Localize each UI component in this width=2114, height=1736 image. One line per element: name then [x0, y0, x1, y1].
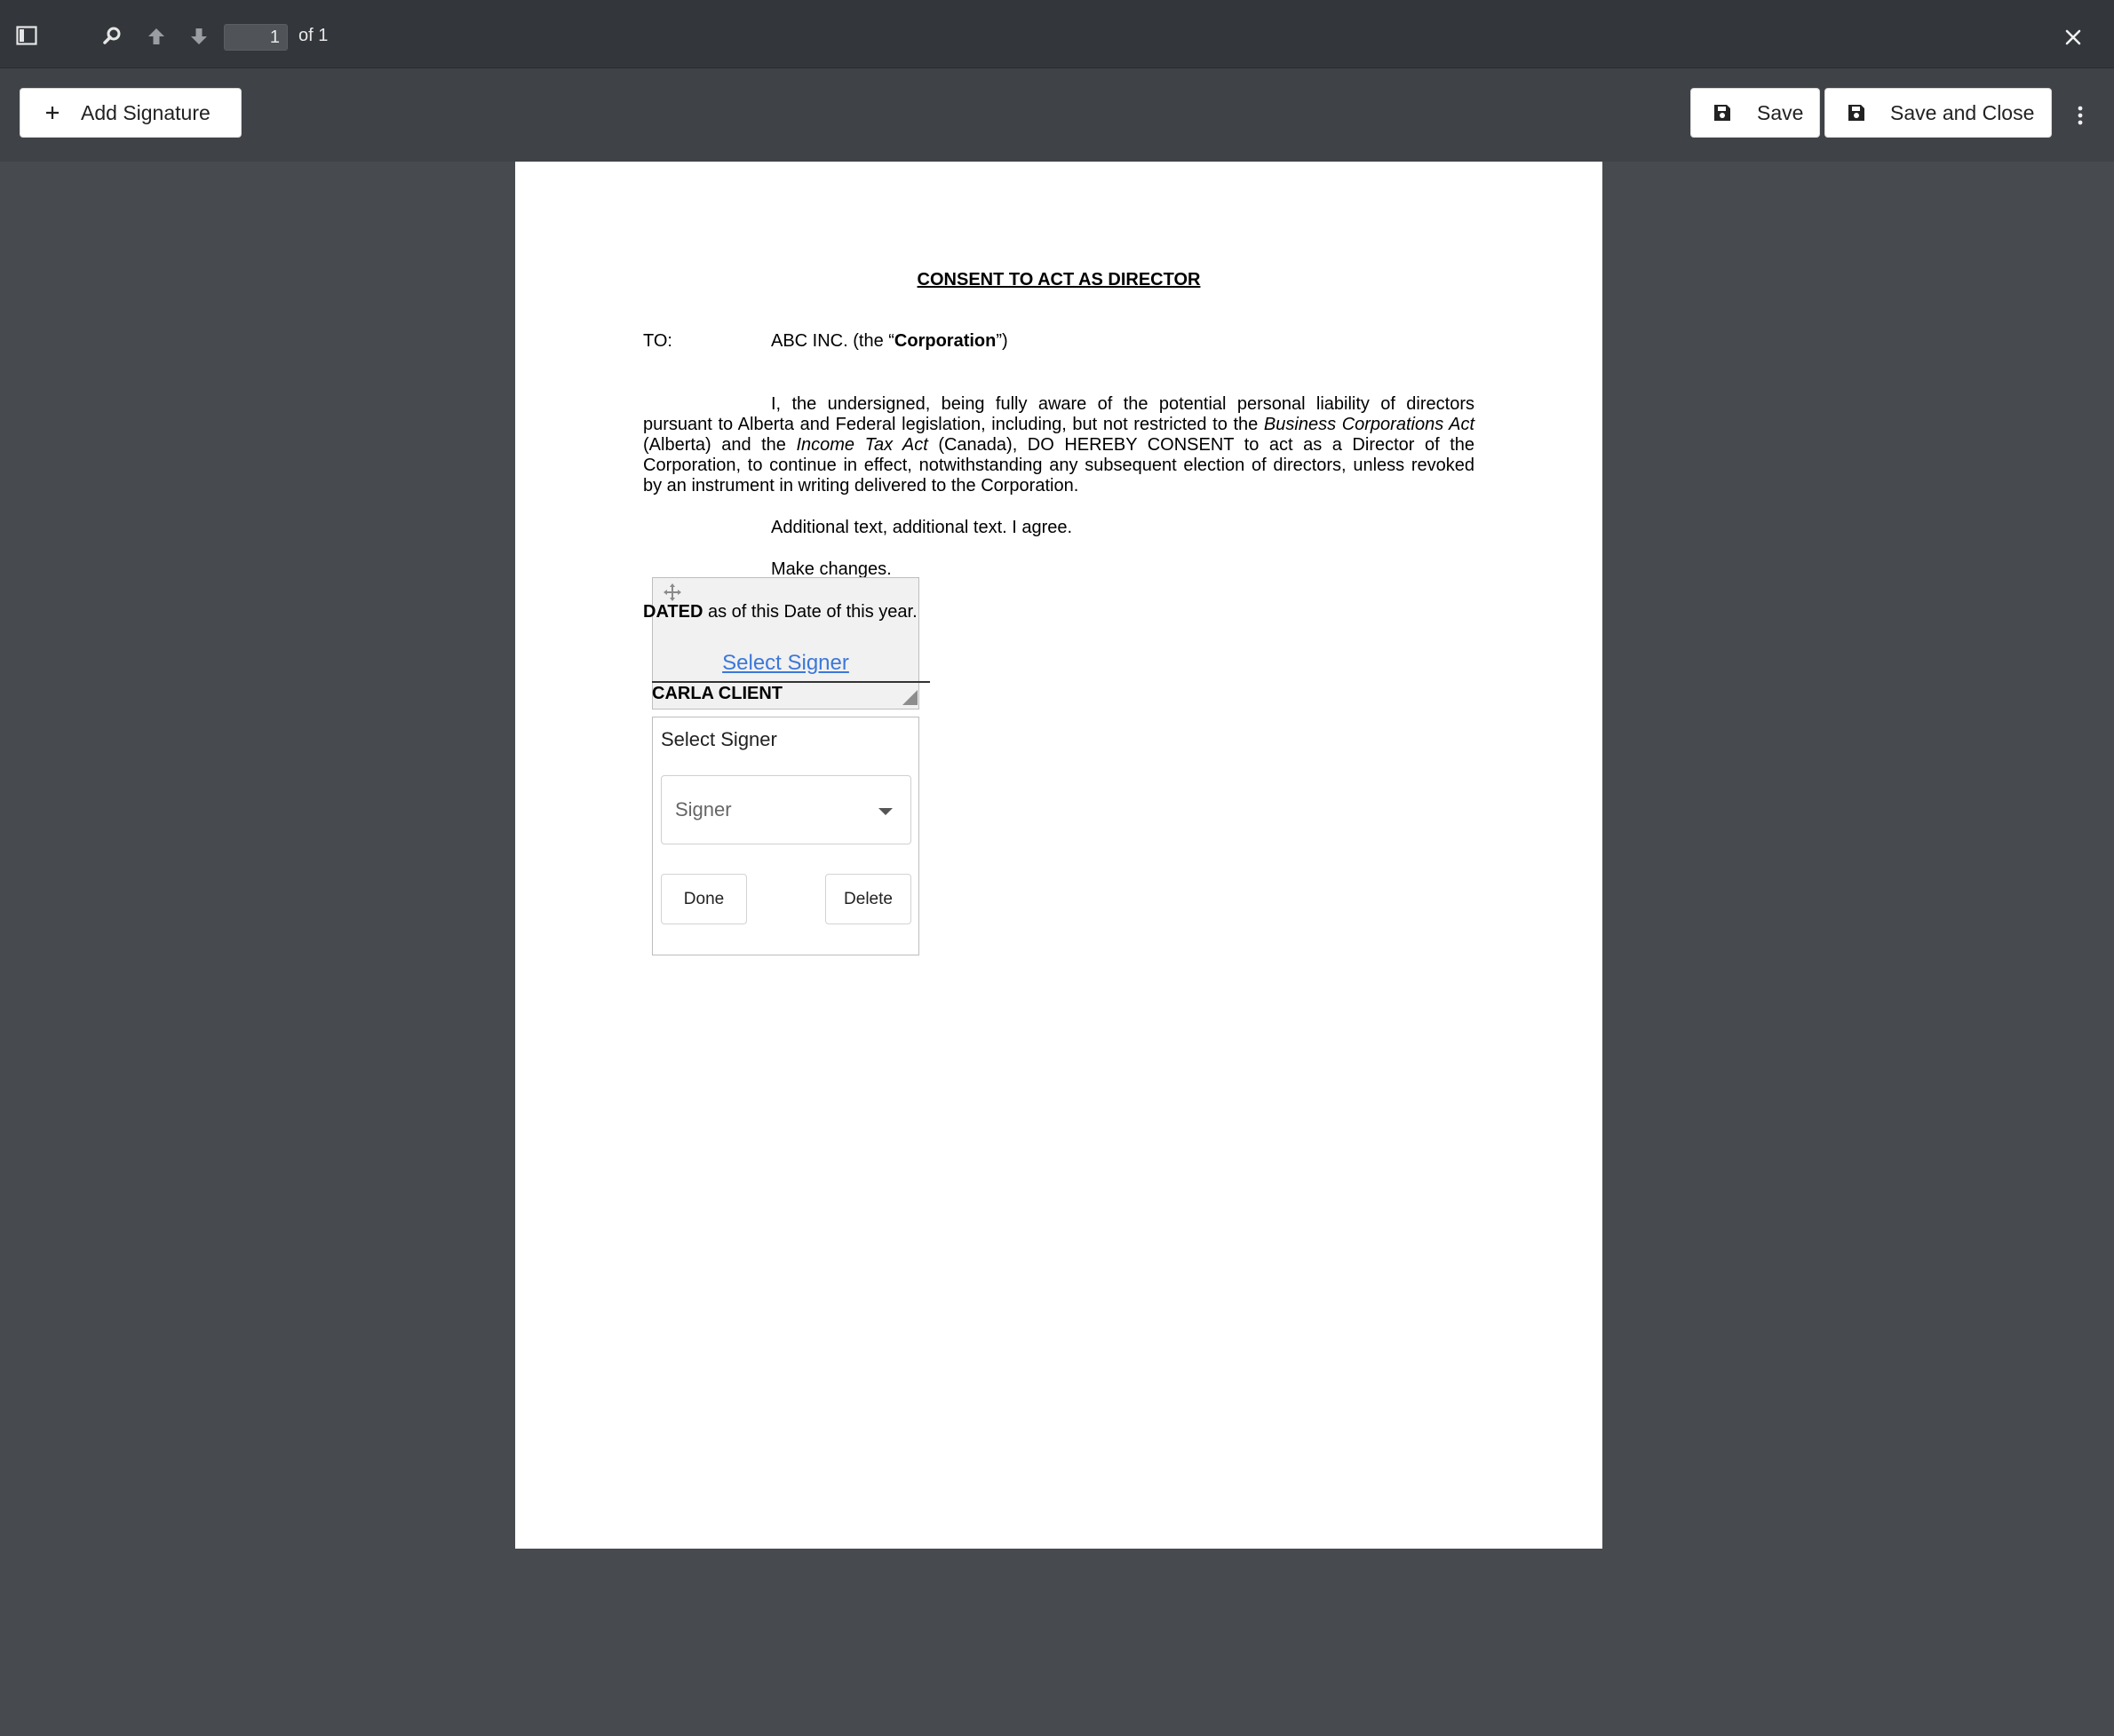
save-icon	[1713, 103, 1732, 123]
save-and-close-button[interactable]: Save and Close	[1824, 88, 2052, 138]
to-prefix: ABC INC. (the “	[771, 331, 894, 351]
add-signature-button[interactable]: Add Signature	[20, 88, 242, 138]
para-part-2: (Alberta) and the	[643, 435, 797, 455]
to-suffix: ”)	[996, 331, 1008, 351]
add-signature-label: Add Signature	[81, 100, 211, 124]
signer-placeholder: Signer	[675, 798, 732, 820]
chevron-down-icon	[878, 808, 893, 815]
to-corporation: Corporation	[894, 331, 997, 351]
sidebar-toggle-icon[interactable]	[14, 23, 39, 48]
viewer-toolbar: 1 of 1	[0, 0, 2114, 68]
para-italic-2: Income Tax Act	[796, 435, 928, 455]
close-icon[interactable]	[2061, 25, 2086, 50]
to-label: TO:	[643, 331, 672, 351]
more-vertical-icon[interactable]	[2070, 100, 2091, 131]
dated-rest: as of this Date of this year.	[703, 602, 918, 622]
search-icon[interactable]	[99, 23, 124, 48]
signature-line	[652, 681, 930, 683]
resize-handle[interactable]	[902, 690, 918, 705]
page-number-input[interactable]: 1	[224, 24, 288, 51]
action-bar: Add Signature Save Save and Close	[0, 68, 2114, 162]
signer-dropdown[interactable]: Signer	[661, 775, 911, 844]
select-signer-panel: Select Signer Signer Done Delete	[652, 717, 919, 955]
save-icon	[1847, 103, 1866, 123]
additional-text: Additional text, additional text. I agre…	[771, 518, 1073, 537]
arrow-down-icon[interactable]	[187, 24, 211, 49]
to-recipient: ABC INC. (the “Corporation”)	[771, 331, 1008, 352]
delete-button[interactable]: Delete	[825, 874, 911, 924]
save-label: Save	[1757, 100, 1804, 124]
arrow-up-icon[interactable]	[144, 24, 169, 49]
save-and-close-label: Save and Close	[1890, 100, 2035, 124]
document-title: CONSENT TO ACT AS DIRECTOR	[917, 270, 1201, 289]
signer-name: CARLA CLIENT	[652, 684, 783, 703]
panel-title: Select Signer	[661, 728, 777, 750]
para-italic-1: Business Corporations Act	[1263, 415, 1474, 434]
plus-icon	[44, 105, 61, 121]
done-button[interactable]: Done	[661, 874, 747, 924]
page-count: of 1	[298, 26, 329, 45]
save-button[interactable]: Save	[1690, 88, 1820, 138]
dated-bold: DATED	[643, 602, 703, 622]
select-signer-link[interactable]: Select Signer	[653, 651, 918, 676]
dated-line: DATED as of this Date of this year.	[643, 602, 918, 622]
consent-paragraph: I, the undersigned, being fully aware of…	[643, 394, 1474, 496]
